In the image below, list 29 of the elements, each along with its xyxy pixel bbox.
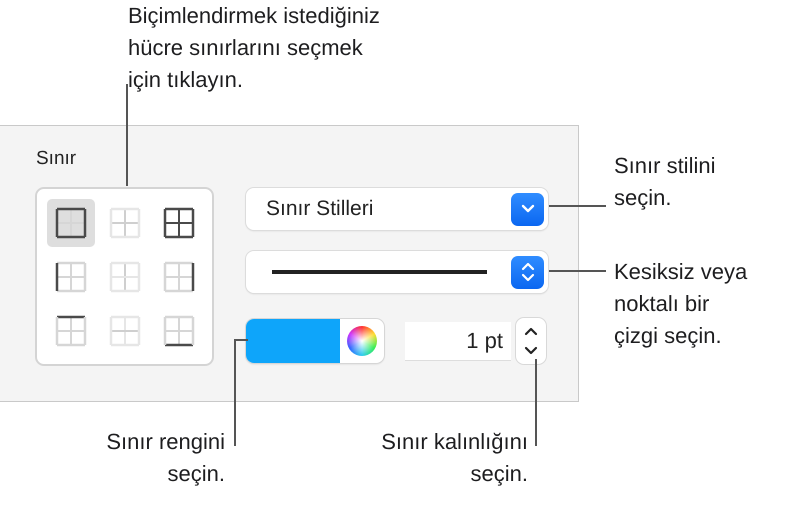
- chevron-down-icon: [520, 204, 534, 214]
- border-grid-icon: [54, 260, 86, 292]
- chevron-up-icon[interactable]: [524, 326, 538, 336]
- callout-text: Sınır rengini seçin.: [106, 428, 225, 488]
- border-grid-icon: [54, 206, 86, 238]
- border-grid-icon: [54, 314, 86, 346]
- border-grid-icon: [108, 314, 140, 346]
- border-grid-icon: [162, 206, 194, 238]
- border-grid-icon: [108, 260, 140, 292]
- section-title: Sınır: [36, 148, 76, 170]
- width-field[interactable]: 1 pt: [405, 322, 511, 360]
- callout-text: Sınır kalınlığını seçin.: [381, 428, 528, 488]
- stepper[interactable]: [516, 318, 546, 364]
- callout-text: Biçimlendirmek istediğiniz hücre sınırlarını seçmek için tıklayın.: [128, 2, 380, 94]
- up-down-chevron-icon: [520, 261, 534, 283]
- line-style-dropdown[interactable]: [246, 251, 548, 293]
- leader-line: [549, 270, 606, 272]
- border-grid-icon: [108, 206, 140, 238]
- border-style-dropdown[interactable]: Sınır Stilleri: [246, 188, 548, 230]
- border-grid-icon: [162, 314, 194, 346]
- callout-text: Sınır stilini seçin.: [614, 152, 716, 212]
- border-grid-icon: [162, 260, 194, 292]
- color-wheel-icon[interactable]: [347, 326, 377, 356]
- border-button[interactable]: [46, 198, 94, 246]
- chevron-down-icon[interactable]: [524, 346, 538, 356]
- callout-text: Kesiksiz veya noktalı bir çizgi seçin.: [614, 258, 748, 350]
- color-swatch[interactable]: [246, 319, 340, 363]
- leader-line: [549, 205, 606, 207]
- color-well[interactable]: [246, 319, 384, 363]
